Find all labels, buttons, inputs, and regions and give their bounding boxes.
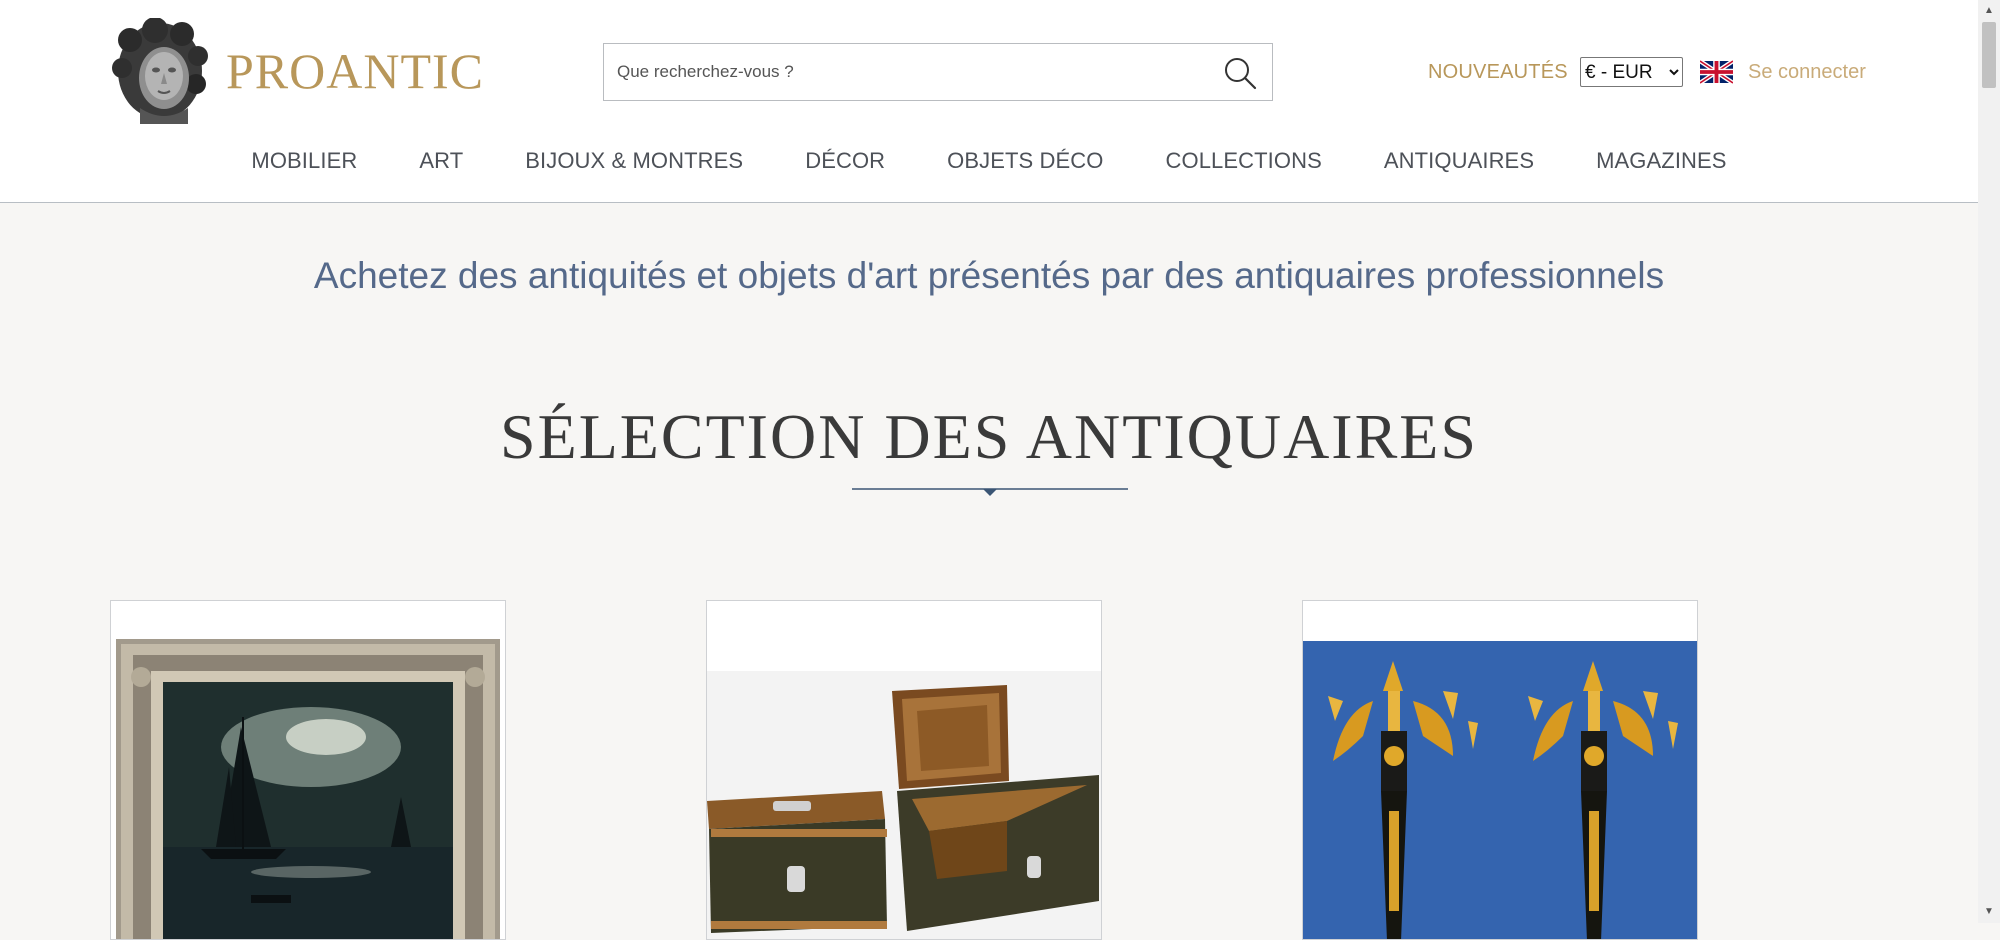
product-card-boxes[interactable] (706, 600, 1102, 940)
product-card-painting[interactable] (110, 600, 506, 940)
page-scrollbar[interactable]: ▲ ▼ (1978, 0, 2000, 923)
currency-select[interactable]: € - EUR (1580, 57, 1683, 87)
nav-item-decor[interactable]: DÉCOR (774, 148, 916, 174)
search-bar (603, 43, 1273, 101)
site-header: PROANTIC NOUVEAUTÉS € - EUR Se connecter… (0, 0, 1978, 203)
scroll-up-arrow-icon[interactable]: ▲ (1983, 5, 1995, 17)
nav-item-objets-deco[interactable]: OBJETS DÉCO (916, 148, 1134, 174)
nav-item-magazines[interactable]: MAGAZINES (1565, 148, 1757, 174)
product-image-boxes (707, 671, 1101, 939)
product-card-sconces[interactable] (1302, 600, 1698, 940)
logo-link[interactable]: PROANTIC (110, 18, 484, 124)
scrollbar-thumb[interactable] (1982, 22, 1996, 88)
main-nav: MOBILIER ART BIJOUX & MONTRES DÉCOR OBJE… (0, 148, 1978, 174)
product-image-painting (111, 637, 505, 939)
nav-item-collections[interactable]: COLLECTIONS (1135, 148, 1353, 174)
title-divider (852, 488, 1128, 496)
nav-item-bijoux-montres[interactable]: BIJOUX & MONTRES (494, 148, 774, 174)
tagline: Achetez des antiquités et objets d'art p… (313, 255, 1665, 296)
nav-item-art[interactable]: ART (388, 148, 494, 174)
nav-item-antiquaires[interactable]: ANTIQUAIRES (1353, 148, 1565, 174)
brand-name: PROANTIC (226, 43, 485, 99)
search-icon[interactable] (1222, 55, 1258, 91)
search-input[interactable] (604, 44, 1204, 100)
new-arrivals-link[interactable]: NOUVEAUTÉS (1428, 61, 1568, 84)
scroll-down-arrow-icon[interactable]: ▼ (1983, 906, 1995, 918)
nav-item-mobilier[interactable]: MOBILIER (220, 148, 388, 174)
section-title: SÉLECTION DES ANTIQUAIRES (500, 401, 1478, 472)
product-image-sconces (1303, 641, 1697, 939)
logo-cherub-head-icon (112, 18, 208, 124)
uk-flag-icon[interactable] (1700, 60, 1733, 84)
login-link[interactable]: Se connecter (1748, 61, 1866, 84)
